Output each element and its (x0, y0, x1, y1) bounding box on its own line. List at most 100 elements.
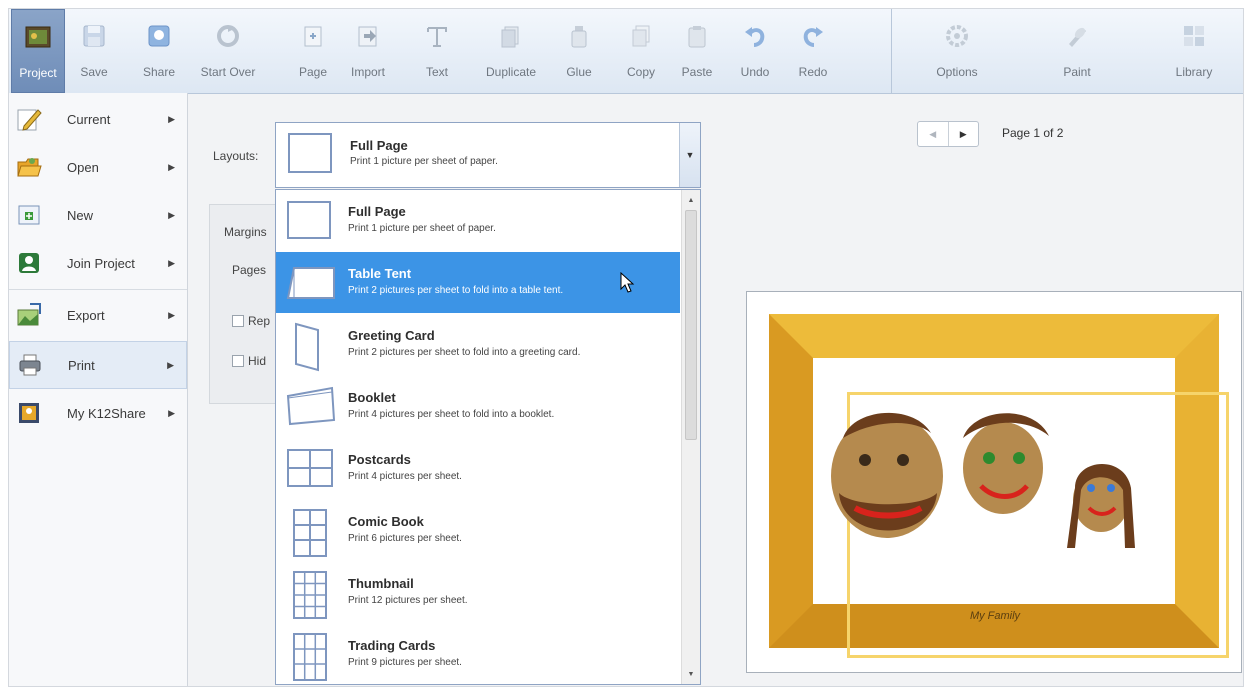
selected-layout-title: Full Page (350, 138, 408, 153)
folder-open-icon (15, 153, 43, 181)
next-page-button[interactable]: ▶ (949, 122, 979, 146)
chevron-right-icon: ▶ (959, 128, 967, 139)
mouse-cursor-icon (620, 272, 635, 293)
save-button[interactable]: Save (75, 9, 113, 93)
postcards-layout-icon (286, 446, 336, 493)
layout-option-comic-book[interactable]: Comic Book Print 6 pictures per sheet. (276, 500, 680, 561)
toolbar: Project Save Share Start Over Page Impor… (9, 9, 1243, 94)
submenu-arrow-icon: ▶ (167, 359, 174, 370)
trading-cards-layout-icon (286, 632, 336, 684)
layout-option-postcards[interactable]: Postcards Print 4 pictures per sheet. (276, 438, 680, 499)
duplicate-button[interactable]: Duplicate (477, 9, 545, 93)
layouts-label: Layouts: (213, 149, 259, 163)
project-menu: Current ▶ Open ▶ New ▶ Join Project ▶ Ex… (9, 93, 188, 686)
share-button[interactable]: Share (137, 9, 181, 93)
page-button[interactable]: Page (293, 9, 333, 93)
toolbar-separator (891, 9, 892, 93)
project-button[interactable]: Project (11, 9, 65, 93)
repeat-checkbox[interactable] (232, 315, 244, 327)
preview-caption: My Family (969, 610, 1021, 622)
k12share-icon (15, 399, 43, 427)
undo-icon (740, 21, 770, 51)
layout-option-full-page[interactable]: Full Page Print 1 picture per sheet of p… (276, 190, 680, 251)
printer-icon (16, 351, 44, 379)
library-button[interactable]: Library (1171, 9, 1217, 93)
redo-button[interactable]: Redo (793, 9, 833, 93)
scrollbar-thumb[interactable] (685, 210, 697, 440)
project-icon (23, 22, 53, 52)
menu-item-print[interactable]: Print ▶ (9, 341, 187, 389)
menu-item-export[interactable]: Export ▶ (9, 291, 187, 339)
menu-item-open[interactable]: Open ▶ (9, 143, 187, 191)
table-tent-layout-icon (286, 260, 336, 307)
page-indicator: Page 1 of 2 (1002, 126, 1064, 140)
submenu-arrow-icon: ▶ (168, 257, 175, 268)
hide-checkbox-label: Hid (248, 354, 267, 368)
family-drawing (831, 412, 1135, 548)
submenu-arrow-icon: ▶ (168, 407, 175, 418)
chevron-left-icon: ◀ (929, 128, 937, 139)
text-icon (422, 21, 452, 51)
new-project-icon (15, 201, 43, 229)
margins-label: Margins (224, 225, 267, 239)
copy-icon (626, 21, 656, 51)
duplicate-icon (496, 21, 526, 51)
booklet-layout-icon (286, 384, 336, 431)
submenu-arrow-icon: ▶ (168, 309, 175, 320)
app-window: Project Save Share Start Over Page Impor… (8, 8, 1244, 687)
print-preview: My Family (746, 291, 1242, 673)
import-button[interactable]: Import (343, 9, 393, 93)
full-page-layout-icon (286, 198, 332, 245)
paste-icon (682, 21, 712, 51)
menu-item-my-k12share[interactable]: My K12Share ▶ (9, 389, 187, 437)
paint-button[interactable]: Paint (1057, 9, 1097, 93)
paint-icon (1062, 21, 1092, 51)
preview-picture-frame (769, 314, 1229, 658)
text-button[interactable]: Text (417, 9, 457, 93)
layout-option-thumbnail[interactable]: Thumbnail Print 12 pictures per sheet. (276, 562, 680, 623)
page-navigation: ◀ ▶ (917, 121, 979, 147)
combobox-dropdown-button[interactable]: ▼ (679, 123, 700, 187)
glue-icon (564, 21, 594, 51)
export-icon (15, 301, 43, 329)
menu-item-join-project[interactable]: Join Project ▶ (9, 239, 187, 287)
greeting-card-layout-icon (286, 322, 332, 375)
layout-option-table-tent[interactable]: Table Tent Print 2 pictures per sheet to… (276, 252, 680, 313)
glue-button[interactable]: Glue (559, 9, 599, 93)
pencil-icon (15, 105, 43, 133)
options-button[interactable]: Options (929, 9, 985, 93)
menu-item-current[interactable]: Current ▶ (9, 95, 187, 143)
menu-item-new[interactable]: New ▶ (9, 191, 187, 239)
pages-label: Pages (232, 263, 267, 277)
comic-book-layout-icon (286, 508, 336, 561)
options-icon (942, 21, 972, 51)
previous-page-button[interactable]: ◀ (918, 122, 949, 146)
save-icon (79, 21, 109, 51)
share-icon (144, 21, 174, 51)
scroll-down-icon[interactable]: ▼ (682, 666, 700, 682)
dropdown-scrollbar[interactable]: ▲ ▼ (681, 190, 700, 684)
layout-option-greeting-card[interactable]: Greeting Card Print 2 pictures per sheet… (276, 314, 680, 375)
hide-checkbox[interactable] (232, 355, 244, 367)
submenu-arrow-icon: ▶ (168, 209, 175, 220)
scroll-up-icon[interactable]: ▲ (682, 192, 700, 208)
copy-button[interactable]: Copy (621, 9, 661, 93)
paste-button[interactable]: Paste (677, 9, 717, 93)
layouts-dropdown-list: Full Page Print 1 picture per sheet of p… (275, 189, 701, 685)
menu-separator (9, 289, 187, 290)
layout-option-booklet[interactable]: Booklet Print 4 pictures per sheet to fo… (276, 376, 680, 437)
full-page-layout-icon (288, 133, 332, 173)
layout-option-trading-cards[interactable]: Trading Cards Print 9 pictures per sheet… (276, 624, 680, 684)
import-icon (353, 21, 383, 51)
start-over-button[interactable]: Start Over (195, 9, 261, 93)
start-over-icon (213, 21, 243, 51)
selected-layout-desc: Print 1 picture per sheet of paper. (350, 156, 498, 167)
layouts-combobox[interactable]: Full Page Print 1 picture per sheet of p… (275, 122, 701, 188)
undo-button[interactable]: Undo (735, 9, 775, 93)
redo-icon (798, 21, 828, 51)
submenu-arrow-icon: ▶ (168, 161, 175, 172)
library-icon (1179, 21, 1209, 51)
repeat-checkbox-label: Rep (248, 314, 271, 328)
join-project-icon (15, 249, 43, 277)
thumbnail-layout-icon (286, 570, 336, 623)
